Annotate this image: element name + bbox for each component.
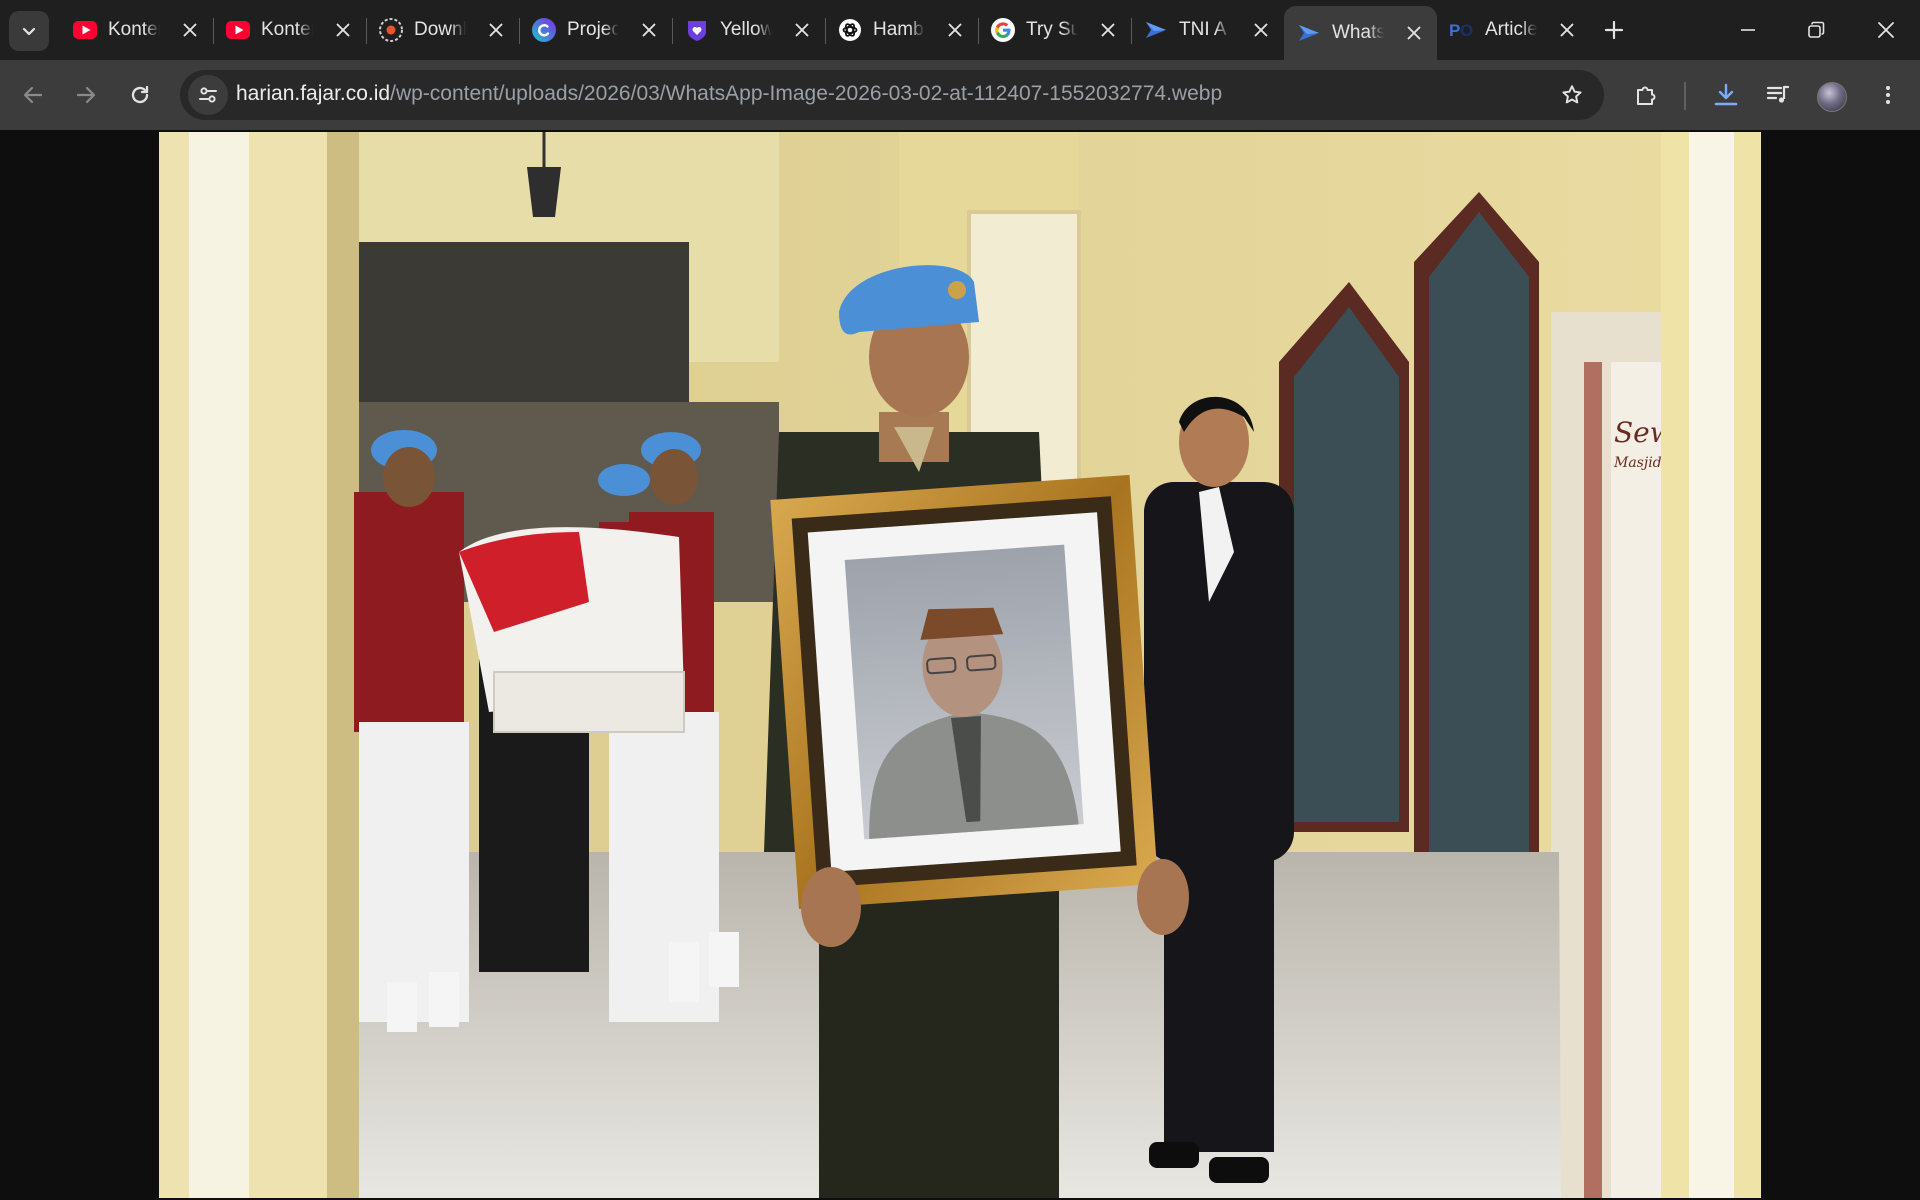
photo-illustration: Sewa Masjid r — [159, 132, 1761, 1198]
menu-button[interactable] — [1866, 73, 1910, 117]
viewed-photo[interactable]: Sewa Masjid r — [159, 132, 1761, 1198]
svg-text:P: P — [1449, 21, 1460, 40]
tab-1[interactable]: Konten — [213, 8, 366, 52]
tab-search-button[interactable] — [9, 11, 49, 51]
tab-title: Project — [567, 19, 619, 40]
po-icon: PO — [1449, 17, 1475, 43]
toolbar: harian.fajar.co.id/wp-content/uploads/20… — [0, 60, 1920, 130]
tab-close-button[interactable] — [330, 17, 356, 43]
queue-music-icon — [1766, 85, 1790, 103]
gemini-arrow-icon — [1143, 17, 1169, 43]
tab-9[interactable]: P O Article — [1437, 8, 1590, 52]
minimize-icon — [1741, 29, 1755, 31]
tab-close-button[interactable] — [1554, 17, 1580, 43]
close-icon — [1101, 23, 1115, 37]
download-icon — [1714, 83, 1738, 106]
close-window-button[interactable] — [1852, 0, 1920, 60]
reload-icon — [131, 85, 149, 104]
tab-6[interactable]: Try Su — [978, 8, 1131, 52]
toolbar-divider — [1684, 82, 1686, 110]
svg-text:O: O — [1460, 21, 1473, 40]
arrow-right-icon — [76, 86, 96, 104]
tab-2[interactable]: Downloads — [366, 8, 519, 52]
tab-title: Try Su — [1026, 19, 1078, 40]
tab-close-button[interactable] — [636, 17, 662, 43]
new-tab-button[interactable] — [1596, 12, 1632, 48]
tab-close-button[interactable] — [177, 17, 203, 43]
image-viewer: Sewa Masjid r — [0, 130, 1920, 1200]
restore-icon — [1808, 21, 1825, 38]
openai-icon — [837, 17, 863, 43]
url-host: harian.fajar.co.id — [236, 82, 391, 105]
close-icon — [1560, 23, 1574, 37]
tab-close-button[interactable] — [1095, 17, 1121, 43]
tab-title: Hamb — [873, 19, 924, 40]
tab-close-button[interactable] — [1248, 17, 1274, 43]
tab-close-button[interactable] — [483, 17, 509, 43]
tab-close-button[interactable] — [1401, 20, 1427, 46]
close-icon — [1878, 22, 1894, 38]
tab-close-button[interactable] — [789, 17, 815, 43]
close-icon — [183, 23, 197, 37]
close-icon — [642, 23, 656, 37]
puzzle-icon — [1637, 86, 1656, 105]
forward-button[interactable] — [64, 73, 108, 117]
restore-button[interactable] — [1782, 0, 1850, 60]
close-icon — [1407, 26, 1421, 40]
media-controls-button[interactable] — [1756, 73, 1800, 117]
minimize-button[interactable] — [1714, 0, 1782, 60]
tab-close-button[interactable] — [942, 17, 968, 43]
heart-shield-icon — [684, 17, 710, 43]
gemini-arrow-icon — [1296, 20, 1322, 46]
tab-title: Downloads — [414, 19, 466, 40]
google-icon — [990, 17, 1016, 43]
tab-title: Yellow — [720, 19, 772, 40]
close-icon — [948, 23, 962, 37]
more-vert-icon — [1886, 86, 1890, 104]
chevron-down-icon — [22, 27, 36, 36]
profile-avatar[interactable] — [1817, 82, 1847, 112]
close-icon — [489, 23, 503, 37]
canva-icon — [531, 17, 557, 43]
star-icon — [1562, 85, 1582, 104]
tab-0[interactable]: Konten — [60, 8, 213, 52]
site-info-button[interactable] — [188, 75, 228, 115]
tab-8[interactable]: Whats — [1284, 6, 1437, 60]
url-text[interactable]: harian.fajar.co.id/wp-content/uploads/20… — [236, 82, 1222, 106]
back-button[interactable] — [11, 73, 55, 117]
tab-title: Article — [1485, 19, 1537, 40]
tab-title: Konten — [261, 19, 313, 40]
address-bar[interactable]: harian.fajar.co.id/wp-content/uploads/20… — [180, 70, 1604, 120]
tab-3[interactable]: Project — [519, 8, 672, 52]
tab-4[interactable]: Yellow — [672, 8, 825, 52]
arrow-left-icon — [23, 86, 43, 104]
reload-button[interactable] — [118, 73, 162, 117]
close-icon — [1254, 23, 1268, 37]
downloads-button[interactable] — [1704, 73, 1748, 117]
close-icon — [336, 23, 350, 37]
tab-strip: Konten Konten Downloads Project Yellow Hamb Tr… — [0, 0, 1920, 60]
tab-5[interactable]: Hamb — [825, 8, 978, 52]
youtube-icon — [225, 17, 251, 43]
tab-7[interactable]: TNI A — [1131, 8, 1284, 52]
bookmark-button[interactable] — [1552, 75, 1592, 115]
extensions-button[interactable] — [1624, 73, 1668, 117]
tune-icon — [199, 87, 217, 103]
plus-icon — [1604, 20, 1624, 40]
tab-title: TNI A — [1179, 19, 1227, 40]
close-icon — [795, 23, 809, 37]
download-ring-icon — [378, 17, 404, 43]
youtube-icon — [72, 17, 98, 43]
tab-title: Whats — [1332, 22, 1384, 43]
url-path: /wp-content/uploads/2026/03/WhatsApp-Ima… — [390, 82, 1223, 105]
tab-title: Konten — [108, 19, 160, 40]
